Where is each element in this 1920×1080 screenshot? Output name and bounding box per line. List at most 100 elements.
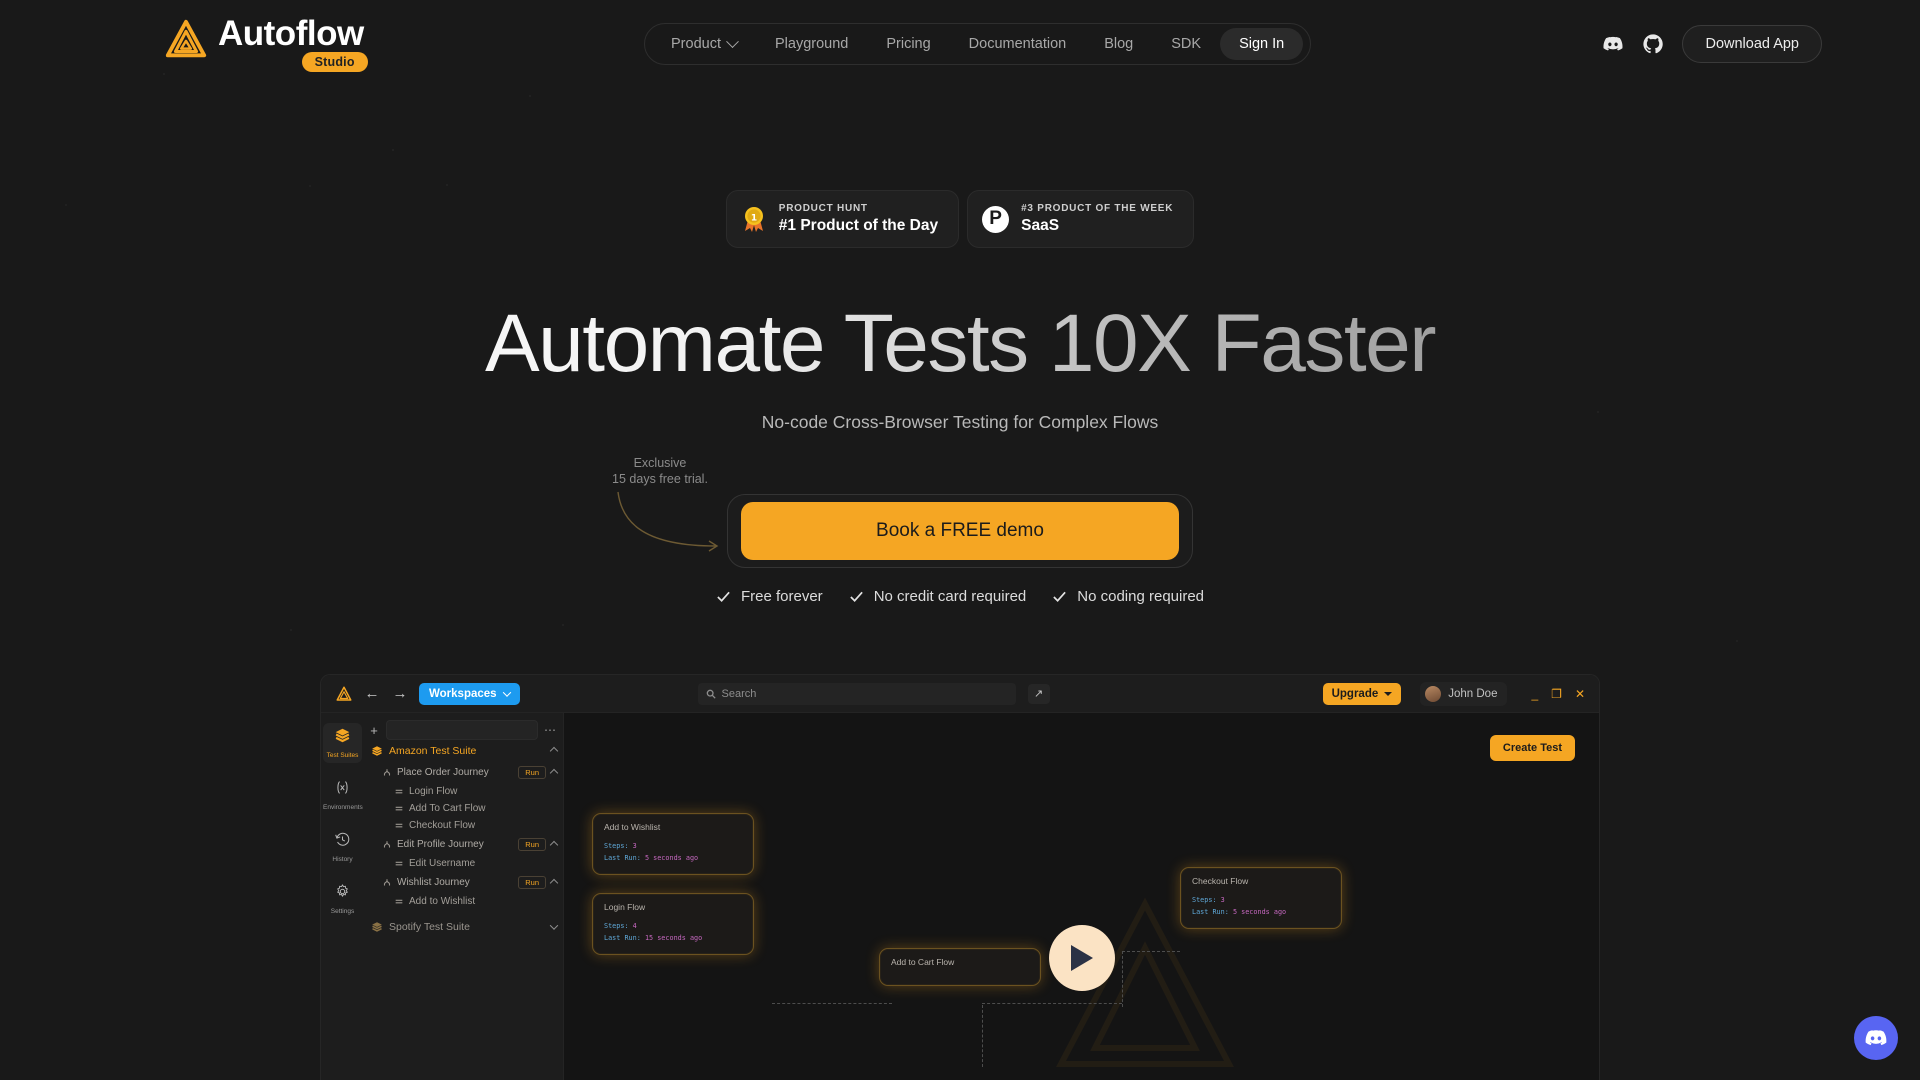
tree-flow-add-to-wishlist[interactable]: Add to Wishlist bbox=[364, 893, 563, 910]
upgrade-label: Upgrade bbox=[1331, 687, 1379, 700]
flow-name: Add To Cart Flow bbox=[409, 803, 486, 814]
tree-flow-checkout[interactable]: Checkout Flow bbox=[364, 817, 563, 834]
flow-icon bbox=[395, 806, 403, 810]
flow-canvas[interactable]: Create Test Add to Wishlist Steps: 3 Las… bbox=[564, 713, 1599, 1080]
gold-medal-icon: 1 bbox=[744, 207, 763, 232]
download-app-button[interactable]: Download App bbox=[1682, 25, 1822, 63]
nav-item-documentation[interactable]: Documentation bbox=[950, 27, 1086, 61]
curved-arrow-icon bbox=[617, 491, 719, 552]
gear-icon bbox=[337, 884, 348, 897]
user-menu[interactable]: John Doe bbox=[1420, 681, 1508, 706]
flow-card-title: Login Flow bbox=[604, 902, 646, 912]
chevron-up-icon[interactable] bbox=[549, 840, 559, 849]
app-sidebar-rail: Test Suites Environments History Setting… bbox=[321, 713, 364, 1080]
journey-icon bbox=[383, 768, 391, 775]
forward-button[interactable]: → bbox=[391, 685, 409, 702]
app-body: Test Suites Environments History Setting… bbox=[321, 713, 1599, 1080]
flow-icon bbox=[395, 899, 403, 903]
minimize-icon[interactable]: _ bbox=[1531, 688, 1538, 700]
studio-badge: Studio bbox=[301, 52, 368, 72]
sidebar-label: Test Suites bbox=[326, 752, 359, 759]
flow-card-login-flow[interactable]: Login Flow Steps: 4 Last Run: 15 seconds… bbox=[592, 893, 754, 955]
suite-name: Spotify Test Suite bbox=[389, 921, 470, 933]
feature-checklist: Free forever No credit card required No … bbox=[0, 588, 1920, 605]
suite-name: Amazon Test Suite bbox=[389, 745, 477, 757]
nav-item-blog[interactable]: Blog bbox=[1085, 27, 1152, 61]
tree-flow-login[interactable]: Login Flow bbox=[364, 783, 563, 800]
nav-item-playground[interactable]: Playground bbox=[756, 27, 867, 61]
layers-icon bbox=[372, 746, 382, 756]
tree-journey-wishlist[interactable]: Wishlist Journey Run bbox=[364, 872, 563, 893]
flow-card-add-to-cart-flow[interactable]: Add to Cart Flow bbox=[879, 948, 1041, 986]
sidebar-item-history[interactable]: History bbox=[323, 827, 362, 867]
discord-icon[interactable] bbox=[1602, 33, 1624, 55]
maximize-icon[interactable]: ❐ bbox=[1551, 688, 1562, 700]
steps-value: 3 bbox=[1220, 896, 1225, 904]
flow-icon bbox=[395, 823, 403, 827]
flow-name: Add to Wishlist bbox=[409, 896, 476, 907]
check-label: No credit card required bbox=[873, 588, 1027, 605]
run-button[interactable]: Run bbox=[518, 876, 546, 889]
add-icon[interactable]: + bbox=[368, 723, 380, 738]
test-suite-tree: + ⋯ Amazon Test Suite Place Order Journe… bbox=[364, 713, 564, 1080]
free-trial-annotation: Exclusive 15 days free trial. bbox=[600, 455, 720, 487]
share-button[interactable]: ↗ bbox=[1027, 683, 1050, 704]
check-item: No credit card required bbox=[849, 588, 1027, 605]
workspaces-dropdown[interactable]: Workspaces bbox=[419, 682, 520, 705]
tree-journey-edit-profile[interactable]: Edit Profile Journey Run bbox=[364, 834, 563, 855]
app-toolbar: ← → Workspaces Search ↗ Upgrade John Doe… bbox=[321, 675, 1599, 713]
check-label: Free forever bbox=[740, 588, 823, 605]
tree-journey-place-order[interactable]: Place Order Journey Run bbox=[364, 762, 563, 783]
chat-widget-button[interactable] bbox=[1854, 1016, 1898, 1060]
check-icon bbox=[1053, 591, 1067, 602]
tree-search-input[interactable] bbox=[386, 720, 538, 740]
journey-name: Place Order Journey bbox=[397, 767, 489, 778]
flow-name: Edit Username bbox=[409, 858, 476, 869]
tree-flow-edit-username[interactable]: Edit Username bbox=[364, 855, 563, 872]
create-test-button[interactable]: Create Test bbox=[1489, 735, 1575, 761]
brand-logo[interactable]: Autoflow Studio bbox=[163, 12, 368, 72]
last-run-value: 15 seconds ago bbox=[644, 934, 703, 942]
play-button-icon[interactable] bbox=[1048, 925, 1115, 991]
product-screenshot: ← → Workspaces Search ↗ Upgrade John Doe… bbox=[320, 674, 1600, 1080]
run-button[interactable]: Run bbox=[518, 838, 546, 851]
sidebar-item-test-suites[interactable]: Test Suites bbox=[323, 723, 362, 763]
tree-suite-amazon[interactable]: Amazon Test Suite bbox=[364, 740, 563, 762]
sidebar-item-environments[interactable]: Environments bbox=[323, 775, 363, 815]
clock-history-icon bbox=[335, 832, 350, 846]
chevron-up-icon[interactable] bbox=[549, 768, 559, 777]
chevron-up-icon[interactable] bbox=[549, 746, 559, 756]
github-icon[interactable] bbox=[1642, 33, 1664, 55]
close-icon[interactable]: ✕ bbox=[1575, 688, 1585, 700]
chevron-down-icon[interactable] bbox=[549, 921, 559, 930]
award-badges: 1 PRODUCT HUNT #1 Product of the Day P #… bbox=[0, 190, 1920, 248]
nav-item-pricing[interactable]: Pricing bbox=[867, 27, 949, 61]
search-input[interactable]: Search bbox=[697, 682, 1016, 705]
tree-flow-add-to-cart[interactable]: Add To Cart Flow bbox=[364, 800, 563, 817]
nav-item-product[interactable]: Product bbox=[652, 27, 756, 61]
upgrade-button[interactable]: Upgrade bbox=[1322, 682, 1402, 705]
tree-suite-spotify[interactable]: Spotify Test Suite bbox=[364, 916, 563, 938]
chevron-up-icon[interactable] bbox=[549, 878, 559, 887]
steps-value: 4 bbox=[632, 922, 637, 930]
product-hunt-badge-1[interactable]: 1 PRODUCT HUNT #1 Product of the Day bbox=[725, 190, 960, 248]
search-icon bbox=[706, 689, 716, 699]
nav-item-sdk[interactable]: SDK bbox=[1152, 27, 1220, 61]
back-button[interactable]: ← bbox=[363, 685, 381, 702]
book-demo-button[interactable]: Book a FREE demo bbox=[741, 502, 1179, 560]
last-run-value: 5 seconds ago bbox=[1232, 908, 1287, 916]
journey-name: Wishlist Journey bbox=[397, 877, 470, 888]
window-controls: _ ❐ ✕ bbox=[1531, 688, 1585, 700]
discord-chat-icon bbox=[1865, 1030, 1887, 1046]
product-hunt-badge-2[interactable]: P #3 PRODUCT OF THE WEEK SaaS bbox=[967, 190, 1195, 248]
annotation-line-2: 15 days free trial. bbox=[612, 472, 708, 486]
flow-card-add-to-wishlist[interactable]: Add to Wishlist Steps: 3 Last Run: 5 sec… bbox=[592, 813, 754, 875]
page-title: Automate Tests 10X Faster bbox=[0, 297, 1920, 391]
more-options-icon[interactable]: ⋯ bbox=[544, 723, 557, 737]
flow-card-last-run: Last Run: 5 seconds ago bbox=[1192, 908, 1287, 916]
sidebar-item-settings[interactable]: Settings bbox=[323, 879, 362, 919]
flow-card-checkout-flow[interactable]: Checkout Flow Steps: 3 Last Run: 5 secon… bbox=[1180, 867, 1342, 929]
sign-in-button[interactable]: Sign In bbox=[1220, 28, 1304, 60]
run-button[interactable]: Run bbox=[518, 766, 546, 779]
sidebar-label: Environments bbox=[323, 804, 363, 811]
